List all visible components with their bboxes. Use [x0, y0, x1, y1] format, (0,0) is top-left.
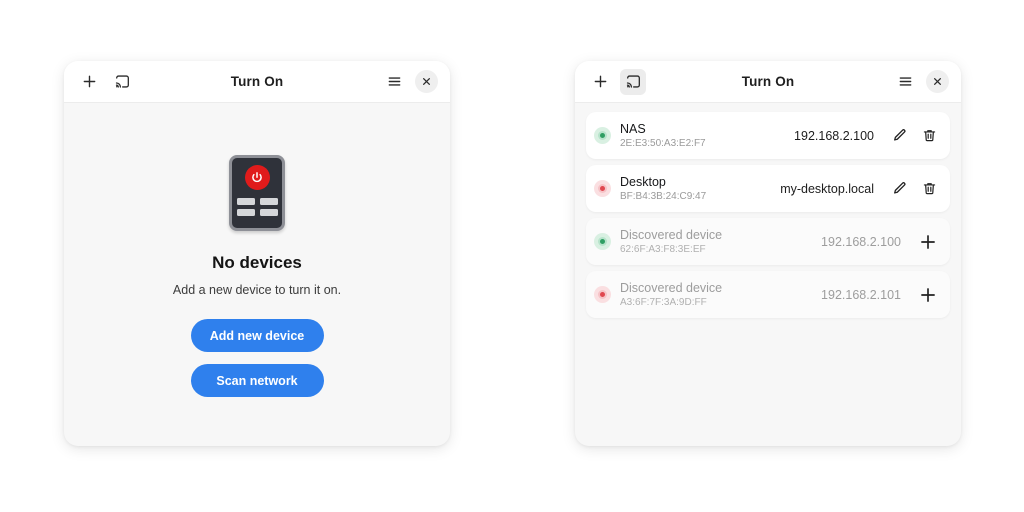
device-mac: 62:6F:A3:F8:3E:EF: [620, 244, 706, 255]
remote-keypad: [236, 198, 278, 216]
scan-network-button[interactable]: [620, 68, 646, 95]
close-icon: [933, 77, 942, 86]
device-name: NAS: [620, 122, 646, 136]
edit-device-button[interactable]: [890, 126, 909, 145]
power-icon: [244, 165, 270, 190]
hamburger-menu-icon: [387, 74, 402, 89]
device-address: 192.168.2.100: [821, 234, 901, 249]
table-row[interactable]: NAS 2E:E3:50:A3:E2:F7 192.168.2.100: [586, 112, 950, 159]
device-mac: A3:6F:7F:3A:9D:FF: [620, 297, 707, 308]
row-actions: [917, 231, 939, 253]
delete-device-button[interactable]: [920, 126, 939, 145]
add-discovered-device-button[interactable]: [917, 231, 939, 253]
right-titlebar-left-actions: [587, 68, 646, 95]
add-discovered-device-button[interactable]: [917, 284, 939, 306]
device-mac: 2E:E3:50:A3:E2:F7: [620, 138, 706, 149]
empty-state-subtext: Add a new device to turn it on.: [172, 283, 342, 297]
delete-icon: [922, 181, 937, 196]
left-titlebar-left-actions: [76, 69, 135, 95]
edit-device-button[interactable]: [890, 179, 909, 198]
device-address: my-desktop.local: [780, 181, 874, 196]
right-titlebar: Turn On: [575, 61, 961, 103]
remote-key: [259, 198, 278, 205]
row-actions: [890, 126, 939, 145]
status-badge: [594, 286, 611, 303]
right-window: Turn On NAS 2E:E3:50:A3:E2:F7 192.168.2.…: [575, 61, 961, 446]
table-row[interactable]: Desktop BF:B4:3B:24:C9:47 my-desktop.loc…: [586, 165, 950, 212]
row-actions: [917, 284, 939, 306]
add-device-button[interactable]: [76, 69, 102, 95]
hamburger-menu-icon: [898, 74, 913, 89]
table-row[interactable]: Discovered device 62:6F:A3:F8:3E:EF 192.…: [586, 218, 950, 265]
cast-icon: [115, 74, 130, 89]
remote-control-icon: [229, 155, 285, 231]
status-badge: [594, 127, 611, 144]
close-icon: [422, 77, 431, 86]
device-name: Discovered device: [620, 281, 723, 295]
row-actions: [890, 179, 939, 198]
left-window: Turn On No devices Add a new device to t…: [64, 61, 450, 446]
delete-device-button[interactable]: [920, 179, 939, 198]
device-list: NAS 2E:E3:50:A3:E2:F7 192.168.2.100 Desk…: [575, 103, 961, 446]
add-icon: [919, 233, 937, 251]
left-titlebar: Turn On: [64, 61, 450, 103]
right-titlebar-right-actions: [892, 69, 949, 95]
left-titlebar-right-actions: [381, 69, 438, 95]
remote-key: [236, 198, 255, 205]
plus-icon: [593, 74, 608, 89]
close-button[interactable]: [415, 70, 438, 93]
cast-icon: [626, 74, 641, 89]
add-icon: [919, 286, 937, 304]
remote-key: [236, 209, 255, 216]
menu-button[interactable]: [381, 69, 407, 95]
device-info: Desktop BF:B4:3B:24:C9:47: [620, 175, 706, 202]
empty-state: No devices Add a new device to turn it o…: [64, 103, 450, 446]
status-badge: [594, 233, 611, 250]
device-address: 192.168.2.100: [794, 128, 874, 143]
add-new-device-button[interactable]: Add new device: [190, 319, 324, 352]
device-info: Discovered device A3:6F:7F:3A:9D:FF: [620, 281, 722, 308]
device-name: Discovered device: [620, 228, 723, 242]
screenshot-root: Turn On No devices Add a new device to t…: [0, 0, 1024, 512]
scan-network-button[interactable]: [109, 69, 135, 95]
device-mac: BF:B4:3B:24:C9:47: [620, 191, 707, 202]
status-badge: [594, 180, 611, 197]
close-button[interactable]: [926, 70, 949, 93]
device-info: Discovered device 62:6F:A3:F8:3E:EF: [620, 228, 722, 255]
scan-network-button-main[interactable]: Scan network: [190, 364, 324, 397]
remote-key: [259, 209, 278, 216]
table-row[interactable]: Discovered device A3:6F:7F:3A:9D:FF 192.…: [586, 271, 950, 318]
device-info: NAS 2E:E3:50:A3:E2:F7: [620, 122, 706, 149]
plus-icon: [82, 74, 97, 89]
menu-button[interactable]: [892, 69, 918, 95]
empty-state-heading: No devices: [212, 253, 302, 272]
delete-icon: [922, 128, 937, 143]
add-device-button[interactable]: [587, 69, 613, 95]
device-name: Desktop: [620, 175, 666, 189]
device-address: 192.168.2.101: [821, 287, 901, 302]
edit-icon: [892, 181, 907, 196]
edit-icon: [892, 128, 907, 143]
